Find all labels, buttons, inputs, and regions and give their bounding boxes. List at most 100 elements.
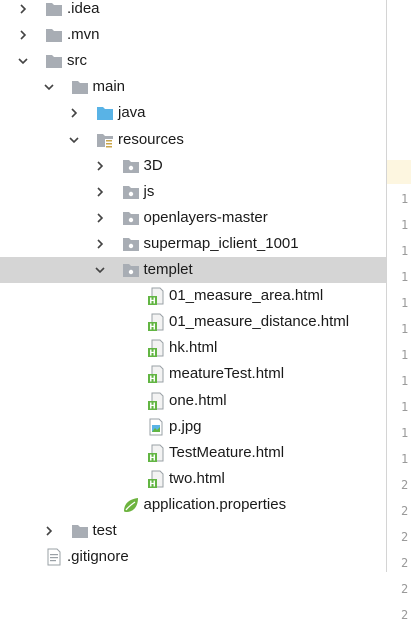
tree-item-test[interactable]: test: [0, 518, 386, 544]
editor-gutter: 1 1 1 1 1 1 1 1 1 1 1 2 2 2 2 2 2: [387, 0, 411, 622]
tree-item-label: .mvn: [67, 26, 100, 44]
tree-item-label: two.html: [169, 469, 225, 487]
resources-folder-icon: [96, 131, 114, 149]
tree-item-label: 3D: [143, 156, 163, 174]
line-number: 2: [401, 530, 409, 544]
svg-text:H: H: [149, 401, 155, 410]
svg-text:H: H: [149, 453, 155, 462]
tree-item-openlayers-master[interactable]: openlayers-master: [0, 205, 386, 231]
svg-text:H: H: [149, 297, 155, 306]
tree-item-label: java: [118, 104, 146, 122]
package-folder-icon: [122, 261, 140, 279]
tree-item-label: application.properties: [143, 495, 287, 513]
chevron-down-icon[interactable]: [93, 263, 107, 277]
tree-item-hk-html[interactable]: Hhk.html: [0, 335, 386, 361]
tree-item-p-jpg[interactable]: p.jpg: [0, 414, 386, 440]
text-file-icon: [45, 548, 63, 566]
chevron-down-icon[interactable]: [67, 133, 81, 147]
html-file-icon: H: [147, 470, 165, 488]
tree-item-application-properties[interactable]: application.properties: [0, 492, 386, 518]
package-folder-icon: [122, 209, 140, 227]
tree-item-3d[interactable]: 3D: [0, 153, 386, 179]
package-folder-icon: [122, 235, 140, 253]
tree-item-idea[interactable]: .idea: [0, 0, 386, 22]
tree-item-mvn[interactable]: .mvn: [0, 22, 386, 48]
chevron-right-icon[interactable]: [67, 106, 81, 120]
tree-item-gitignore[interactable]: .gitignore: [0, 544, 386, 570]
line-number: 1: [401, 192, 409, 206]
tree-item-label: .gitignore: [67, 548, 129, 566]
tree-item-01-measure-distance-html[interactable]: H 01_measure_distance.html: [0, 309, 386, 335]
line-number: 2: [401, 556, 409, 570]
folder-icon: [71, 522, 89, 540]
html-file-icon: H: [147, 444, 165, 462]
html-file-icon: H: [147, 313, 165, 332]
tree-item-meaturetest-html[interactable]: HmeatureTest.html: [0, 361, 386, 387]
tree-item-label: test: [92, 522, 117, 539]
tree-item-one-html[interactable]: Hone.html: [0, 388, 386, 414]
svg-text:H: H: [149, 323, 155, 332]
svg-text:H: H: [149, 375, 155, 384]
chevron-right-icon[interactable]: [93, 237, 107, 251]
tree-item-java[interactable]: java: [0, 100, 386, 126]
line-number: 1: [401, 426, 409, 440]
tree-item-label: templet: [143, 261, 193, 278]
tree-item-resources[interactable]: resources: [0, 127, 386, 153]
chevron-right-icon[interactable]: [93, 185, 107, 199]
chevron-down-icon[interactable]: [16, 54, 30, 68]
tree-item-label: .idea: [67, 0, 100, 17]
html-file-icon: H: [147, 339, 165, 358]
package-folder-icon: [122, 157, 140, 175]
line-number: 1: [401, 244, 409, 258]
line-number: 2: [401, 582, 409, 596]
tree-item-js[interactable]: js: [0, 179, 386, 205]
spring-properties-icon: [122, 496, 140, 514]
tree-item-two-html[interactable]: Htwo.html: [0, 466, 386, 492]
tree-item-label: supermap_iclient_1001: [143, 234, 299, 252]
chevron-right-icon[interactable]: [16, 2, 30, 16]
line-number: 1: [401, 296, 409, 310]
line-number: 1: [401, 322, 409, 336]
html-file-icon: H: [147, 392, 165, 410]
chevron-right-icon[interactable]: [42, 524, 56, 538]
image-file-icon: [147, 418, 165, 436]
tree-item-label: one.html: [169, 391, 227, 409]
chevron-down-icon[interactable]: [42, 80, 56, 94]
tree-item-label: resources: [118, 130, 184, 148]
tree-item-label: meatureTest.html: [169, 365, 285, 383]
tree-item-label: 01_measure_area.html: [169, 287, 324, 305]
tree-item-label: hk.html: [169, 339, 218, 357]
line-number: 1: [401, 348, 409, 362]
project-tree: .idea .mvn src main java resources 3D js openlay…: [0, 0, 386, 572]
chevron-right-icon[interactable]: [16, 28, 30, 42]
tree-item-01-measure-area-html[interactable]: H 01_measure_area.html: [0, 283, 386, 309]
tree-item-main[interactable]: main: [0, 74, 386, 100]
tree-item-label: TestMeature.html: [169, 443, 285, 461]
tree-item-label: p.jpg: [169, 417, 202, 435]
html-file-icon: H: [147, 365, 165, 384]
line-number: 1: [401, 452, 409, 466]
folder-icon: [45, 26, 63, 44]
tree-item-label: main: [92, 78, 126, 96]
line-number: 1: [401, 270, 409, 284]
line-number: 1: [401, 400, 409, 414]
chevron-right-icon[interactable]: [93, 211, 107, 225]
html-file-icon: H: [147, 287, 165, 306]
line-number: 1: [401, 218, 409, 232]
current-line-highlight: [387, 160, 411, 184]
line-number: 1: [401, 374, 409, 388]
tree-item-testmeature-html[interactable]: H TestMeature.html: [0, 440, 386, 466]
source-folder-icon: [96, 104, 114, 122]
tree-item-label: src: [67, 52, 87, 70]
tree-item-supermap-iclient-1001[interactable]: supermap_iclient_1001: [0, 231, 386, 257]
svg-text:H: H: [149, 479, 155, 488]
tree-item-label: openlayers-master: [143, 208, 268, 226]
line-number: 2: [401, 478, 409, 492]
tree-item-templet[interactable]: templet: [0, 257, 386, 283]
chevron-right-icon[interactable]: [93, 159, 107, 173]
folder-icon: [45, 0, 63, 18]
package-folder-icon: [122, 183, 140, 201]
tree-item-src[interactable]: src: [0, 48, 386, 74]
line-number: 2: [401, 608, 409, 622]
folder-icon: [45, 52, 63, 70]
